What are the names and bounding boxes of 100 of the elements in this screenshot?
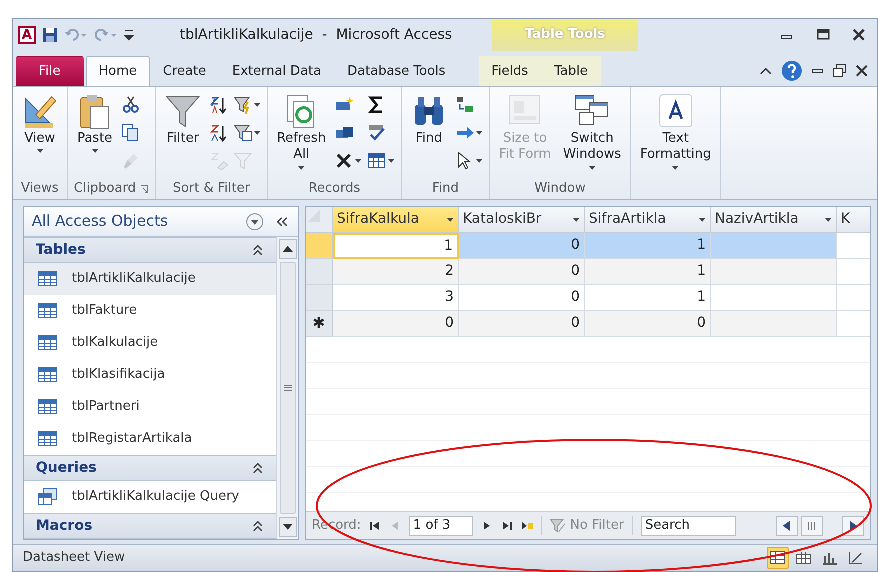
group-label: Find <box>432 180 459 198</box>
pivot-table-icon[interactable] <box>796 550 812 566</box>
ribbon-tab[interactable]: External Data <box>219 56 334 86</box>
group-label: Sort & Filter <box>172 180 250 198</box>
maximize-icon[interactable] <box>815 27 831 43</box>
caret-icon <box>447 218 454 222</box>
last-record-icon[interactable] <box>501 520 514 532</box>
ribbon-button[interactable]: Paste <box>74 91 116 179</box>
spelling-icon <box>368 124 386 142</box>
dropdown-icon[interactable] <box>246 212 264 230</box>
caret-icon <box>699 218 706 222</box>
section-header[interactable]: Queries <box>24 455 276 481</box>
contextual-tab-label: Table Tools <box>492 19 638 51</box>
ribbon-button[interactable]: View <box>19 91 61 179</box>
ribbon-button[interactable]: Find <box>408 91 450 179</box>
ribbon-tab[interactable]: Table <box>541 56 602 86</box>
arrow-icon <box>456 124 474 142</box>
group-label: Views <box>21 180 59 198</box>
caret-icon <box>92 149 98 154</box>
record-number-field[interactable]: 1 of 3 <box>409 516 474 536</box>
ribbon-tab[interactable]: File <box>16 56 84 86</box>
ribbon-button[interactable]: Refresh All <box>274 91 330 179</box>
window-title: tblArtikliKalkulacije - Microsoft Access <box>180 26 452 44</box>
section-header[interactable]: Tables <box>24 237 276 263</box>
caret-icon <box>825 218 832 222</box>
caret-icon <box>36 149 44 154</box>
eraser-icon <box>210 152 228 170</box>
caret-icon <box>254 103 262 107</box>
ribbon-tab[interactable]: Database Tools <box>334 56 459 86</box>
restore-icon[interactable] <box>833 64 847 78</box>
section-label: Queries <box>36 458 97 478</box>
table-icon <box>38 335 58 351</box>
column-header[interactable]: K <box>837 207 870 233</box>
group-label: Window <box>534 180 586 198</box>
ribbon-button[interactable]: Switch Windows <box>560 91 624 179</box>
scroll-left-icon[interactable] <box>783 520 791 530</box>
group-label: Records <box>308 180 360 198</box>
table-cell: 0 <box>585 311 711 337</box>
new-record-icon[interactable] <box>521 520 534 532</box>
pivot-chart-icon[interactable] <box>822 550 838 566</box>
close-icon[interactable] <box>855 64 869 78</box>
ribbon-button[interactable]: Filter <box>162 91 204 179</box>
nav-item[interactable]: tblArtikliKalkulacije <box>24 263 276 295</box>
design-view-icon[interactable] <box>848 550 864 566</box>
first-record-icon[interactable] <box>369 520 382 532</box>
help-icon[interactable] <box>781 60 803 82</box>
sort-icon <box>210 96 228 114</box>
dialog-launcher-icon[interactable] <box>140 184 150 194</box>
table-icon <box>38 367 58 383</box>
section-header[interactable]: Macros <box>24 513 276 539</box>
pane-title: All Access Objects <box>32 211 170 232</box>
copy-icon <box>122 124 140 142</box>
table-cell: 0 <box>459 285 585 311</box>
table-cell: 0 <box>459 311 585 337</box>
section-label: Tables <box>36 240 86 260</box>
column-header[interactable]: SifraArtikla <box>585 207 711 233</box>
collapse-pane-icon[interactable] <box>274 214 290 228</box>
chevron-icon[interactable] <box>252 520 264 532</box>
table-cell: 0 <box>333 311 459 337</box>
table-cell: 2 <box>333 259 459 285</box>
table-cell: 0 <box>459 233 585 259</box>
row-selector[interactable]: ✱ <box>306 311 333 337</box>
ribbon-tab[interactable]: Fields <box>478 56 542 86</box>
grid-icon <box>368 152 386 170</box>
search-field[interactable]: Search <box>641 516 736 536</box>
funnel-icon <box>234 96 252 114</box>
caret-icon <box>254 131 262 135</box>
replace-icon <box>456 96 474 114</box>
customize-icon[interactable] <box>124 28 134 42</box>
status-text: Datasheet View <box>23 549 126 568</box>
caret-icon <box>298 166 306 170</box>
table-cell: 0 <box>459 259 585 285</box>
query-icon <box>38 488 58 506</box>
ribbon-button[interactable]: Text Formatting <box>637 91 714 179</box>
table-cell: 1 <box>333 233 459 259</box>
scroll-right-icon[interactable] <box>849 520 857 530</box>
funnel-icon <box>234 124 252 142</box>
scroll-up-icon[interactable] <box>282 246 292 252</box>
chevron-icon[interactable] <box>252 244 264 256</box>
column-header[interactable]: KataloskiBr <box>459 207 585 233</box>
column-header[interactable]: NazivArtikla <box>711 207 837 233</box>
close-icon[interactable] <box>851 27 867 43</box>
table-cell: 1 <box>585 259 711 285</box>
column-header[interactable]: SifraKalkula <box>333 207 459 233</box>
save-icon[interactable] <box>42 27 58 43</box>
scroll-down-icon[interactable] <box>282 524 292 530</box>
chevron-icon[interactable] <box>252 462 264 474</box>
scroll-thumb[interactable] <box>801 516 823 536</box>
grip-icon <box>284 385 292 391</box>
group-label: Clipboard <box>74 180 136 198</box>
ribbon-tab[interactable]: Home <box>86 56 150 86</box>
scissors-icon <box>122 96 140 114</box>
caret-icon <box>476 131 484 135</box>
caret-icon <box>476 159 484 163</box>
grip-icon <box>808 522 816 530</box>
table-cell: 1 <box>585 285 711 311</box>
ribbon-tab[interactable]: Create <box>150 56 220 86</box>
caret-icon <box>573 218 580 222</box>
scroll-thumb[interactable] <box>280 262 296 514</box>
sort-icon <box>210 124 228 142</box>
